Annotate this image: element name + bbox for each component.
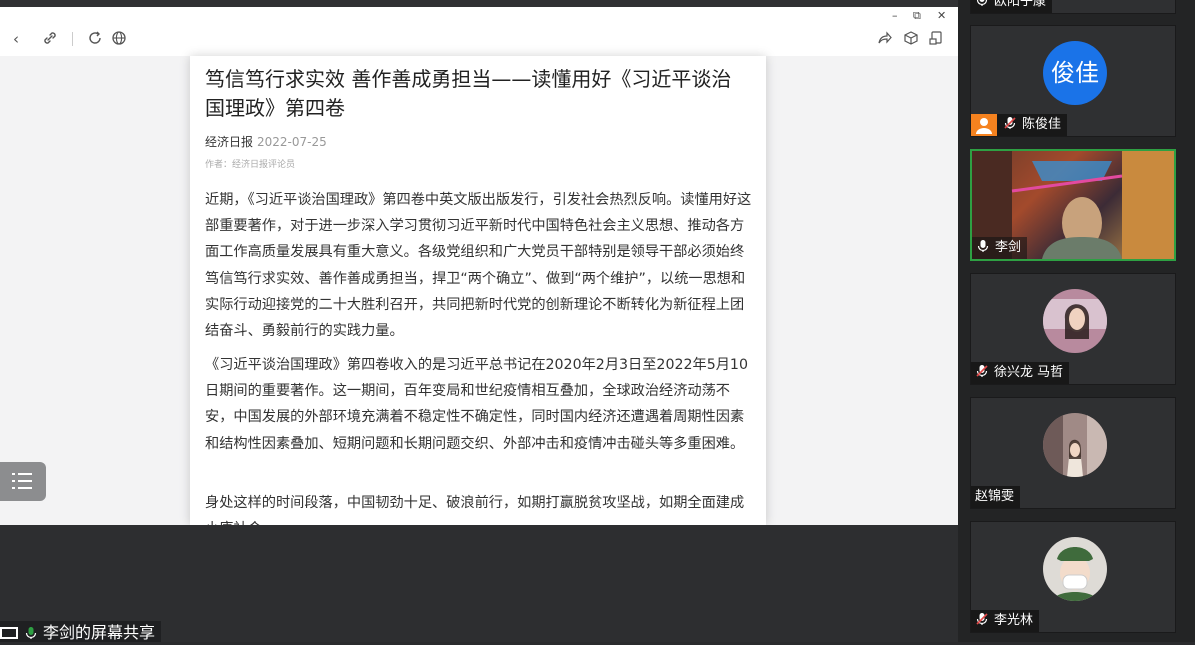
page-margin-right xyxy=(766,56,958,525)
participant-name-tag: 陈俊佳 xyxy=(971,114,1068,136)
participant-name: 赵锦雯 xyxy=(975,489,1015,504)
participant-tile[interactable]: 欧阳子康 xyxy=(970,0,1176,14)
share-top-strip xyxy=(0,0,958,7)
participant-tile[interactable]: 李光林 xyxy=(970,521,1176,633)
article-paragraph: 近期，《习近平谈治国理政》第四卷中英文版出版发行，引发社会热烈反响。读懂用好这部… xyxy=(205,192,752,340)
monitor-icon xyxy=(0,627,18,639)
article-title: 笃信笃行求实效 善作善成勇担当——读懂用好《习近平谈治国理政》第四卷 xyxy=(205,67,732,120)
participant-name: 李光林 xyxy=(994,613,1034,628)
participant-name-tag: 李光林 xyxy=(971,610,1040,632)
article-date: 2022-07-25 xyxy=(257,135,327,149)
close-button[interactable]: ✕ xyxy=(937,9,946,22)
minimize-button[interactable]: – xyxy=(892,9,898,22)
mic-muted-icon xyxy=(1004,117,1016,129)
participant-name-tag: 赵锦雯 xyxy=(971,486,1021,508)
participant-name-tag: 欧阳子康 xyxy=(971,0,1053,13)
globe-icon[interactable] xyxy=(111,30,127,50)
avatar xyxy=(1043,537,1107,601)
article-paragraph: 《习近平谈治国理政》第四卷收入的是习近平总书记在2020年2月3日至2022年5… xyxy=(205,357,748,452)
participant-panel: 欧阳子康 俊佳 陈俊佳 李剑 徐兴龙 马哲 赵锦雯 李光林 xyxy=(958,0,1195,642)
article-author: 作者：经济日报评论员 xyxy=(205,160,296,170)
screen-share-label: 李剑的屏幕共享 xyxy=(0,621,162,642)
participant-tile-active[interactable]: 李剑 xyxy=(970,149,1176,261)
refresh-icon[interactable] xyxy=(87,30,103,50)
participant-name: 李剑 xyxy=(995,240,1022,255)
mic-muted-icon xyxy=(976,613,988,625)
host-badge-icon xyxy=(971,114,997,136)
microphone-icon xyxy=(976,0,988,6)
article-paragraph: 身处这样的时间段落，中国韧劲十足、破浪前行，如期打赢脱贫攻坚战，如期全面建成小康… xyxy=(205,495,745,525)
shared-screen: – ⧉ ✕ ‹ 笃信笃行求实效 善作善成勇担当——读懂用好《习近平谈治国理政》第… xyxy=(0,0,958,642)
browser-toolbar: – ⧉ ✕ ‹ xyxy=(0,7,958,56)
microphone-icon xyxy=(25,627,37,639)
article-meta: 经济日报 2022-07-25 xyxy=(205,133,327,150)
participant-name-tag: 徐兴龙 马哲 xyxy=(971,362,1070,384)
article-card: 笃信笃行求实效 善作善成勇担当——读懂用好《习近平谈治国理政》第四卷 经济日报 2… xyxy=(190,56,766,525)
microphone-icon xyxy=(977,240,989,252)
participant-tile[interactable]: 徐兴龙 马哲 xyxy=(970,273,1176,385)
participant-tile[interactable]: 赵锦雯 xyxy=(970,397,1176,509)
mic-muted-icon xyxy=(976,365,988,377)
avatar xyxy=(1043,289,1107,353)
participant-name: 徐兴龙 马哲 xyxy=(994,365,1064,380)
article-source[interactable]: 经济日报 xyxy=(205,135,253,149)
share-icon[interactable] xyxy=(877,30,893,50)
participant-tile[interactable]: 俊佳 陈俊佳 xyxy=(970,25,1176,137)
restore-button[interactable]: ⧉ xyxy=(913,9,921,23)
cube-icon[interactable] xyxy=(903,30,919,50)
participant-name: 欧阳子康 xyxy=(994,0,1047,9)
screen-share-owner: 李剑的屏幕共享 xyxy=(43,623,156,642)
link-icon[interactable] xyxy=(42,30,58,50)
participant-name: 陈俊佳 xyxy=(1022,117,1062,132)
screenshot-icon[interactable] xyxy=(928,30,944,50)
page-margin-left xyxy=(0,56,190,525)
toolbar-divider xyxy=(72,32,73,46)
table-of-contents-button[interactable] xyxy=(0,462,46,501)
browser-window: – ⧉ ✕ ‹ 笃信笃行求实效 善作善成勇担当——读懂用好《习近平谈治国理政》第… xyxy=(0,7,958,525)
avatar xyxy=(1043,413,1107,477)
participant-name-tag: 李剑 xyxy=(972,237,1028,259)
back-icon[interactable]: ‹ xyxy=(13,30,19,48)
avatar: 俊佳 xyxy=(1043,41,1107,105)
